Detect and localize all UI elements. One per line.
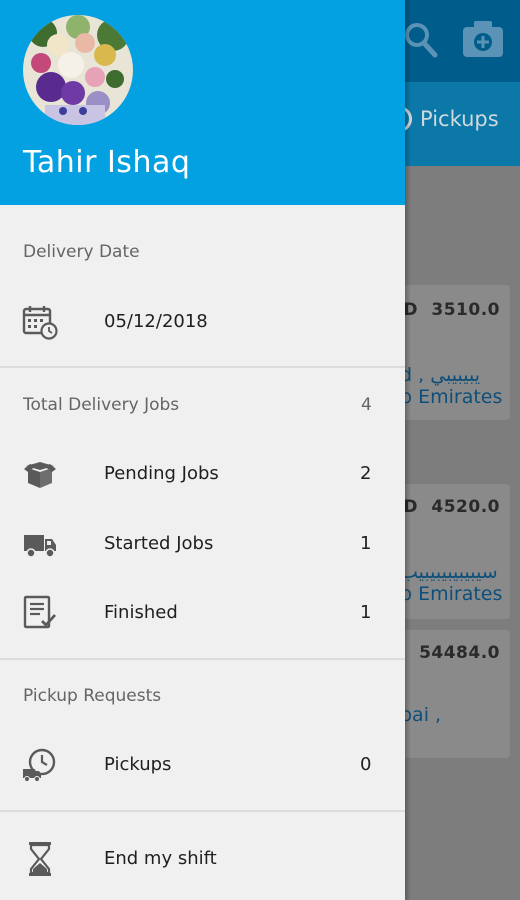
open-box-icon <box>24 462 56 488</box>
user-name: Tahir Ishaq <box>23 145 191 180</box>
divider <box>0 810 405 812</box>
finished-count: 1 <box>360 602 372 623</box>
navigation-drawer: Tahir Ishaq Delivery Date 05/12/2018 Tot… <box>0 0 405 900</box>
menu-item-pickups[interactable]: Pickups 0 <box>0 735 405 795</box>
job-amount: D3510.0 <box>403 300 500 320</box>
job-address-line2: b Emirates <box>400 583 503 605</box>
hourglass-icon <box>29 842 51 876</box>
menu-item-pending-jobs[interactable]: Pending Jobs 2 <box>0 444 405 504</box>
job-address-line2: b Emirates <box>400 386 503 408</box>
delivery-date-label: Delivery Date <box>23 242 140 262</box>
job-address-line1: سيبيبيبيبيبيب <box>400 561 498 583</box>
divider <box>0 658 405 660</box>
started-jobs-count: 1 <box>360 533 372 554</box>
delivery-date-value: 05/12/2018 <box>104 311 208 332</box>
end-shift-button[interactable]: End my shift <box>0 829 405 889</box>
total-delivery-jobs-count: 4 <box>361 395 372 415</box>
calendar-clock-icon <box>22 306 58 340</box>
pickups-label: Pickups <box>104 754 172 775</box>
started-jobs-label: Started Jobs <box>104 533 214 554</box>
delivery-truck-icon <box>24 535 56 558</box>
pickup-requests-label: Pickup Requests <box>23 686 162 706</box>
delivery-date-item[interactable]: 05/12/2018 <box>0 292 405 352</box>
pending-jobs-count: 2 <box>360 463 372 484</box>
end-shift-label: End my shift <box>104 848 217 869</box>
finished-label: Finished <box>104 602 178 623</box>
divider <box>0 366 405 368</box>
tab-pickups[interactable]: Pickups <box>398 106 499 132</box>
menu-item-finished[interactable]: Finished 1 <box>0 583 405 643</box>
job-amount: 54484.0 <box>419 643 500 663</box>
pickups-count: 0 <box>360 754 372 775</box>
job-amount: D4520.0 <box>403 497 500 517</box>
menu-item-started-jobs[interactable]: Started Jobs 1 <box>0 514 405 574</box>
total-delivery-jobs-label: Total Delivery Jobs <box>23 395 180 415</box>
add-photo-icon[interactable] <box>462 20 504 58</box>
avatar[interactable] <box>23 15 133 125</box>
job-address-line1: d , يبيبيبي <box>400 364 480 386</box>
drawer-shadow <box>405 0 411 900</box>
flower-bouquet-icon <box>23 15 133 125</box>
pickup-clock-truck-icon <box>23 748 56 782</box>
checklist-icon <box>23 595 57 629</box>
drawer-header: Tahir Ishaq <box>0 0 405 205</box>
pending-jobs-label: Pending Jobs <box>104 463 219 484</box>
